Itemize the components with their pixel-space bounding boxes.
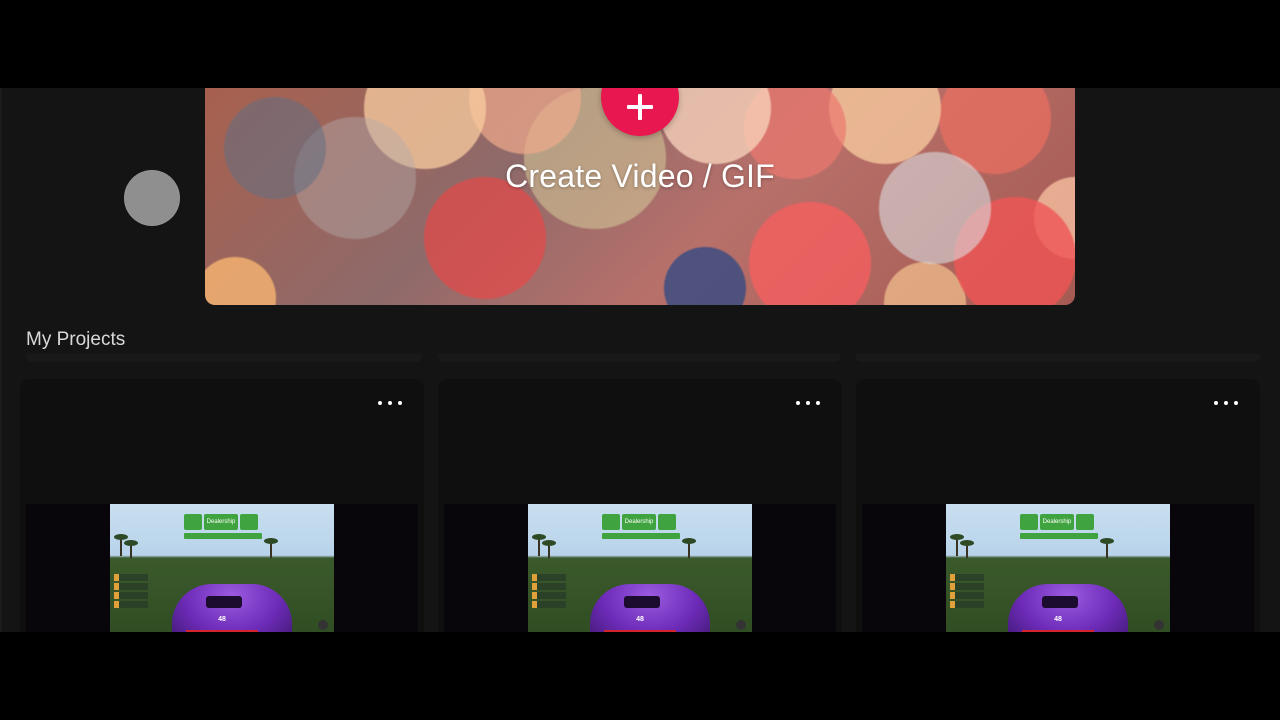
thumb-dealership-label: Dealership — [204, 514, 238, 530]
ghost-card — [856, 354, 1260, 362]
project-card[interactable]: Dealership 48 — [856, 379, 1260, 632]
project-thumbnail-strip: Dealership 48 — [26, 504, 418, 632]
project-card[interactable]: Dealership 48 — [438, 379, 842, 632]
project-thumbnail: Dealership 48 — [946, 504, 1170, 632]
thumb-speed: 48 — [636, 616, 644, 623]
create-video-banner[interactable]: Create Video / GIF — [205, 88, 1075, 305]
app-window: Create Video / GIF My Projects Dealershi… — [0, 88, 1280, 632]
thumb-speed: 48 — [1054, 616, 1062, 623]
plus-icon — [627, 94, 653, 120]
section-title: My Projects — [26, 329, 126, 350]
thumb-dealership-label: Dealership — [1040, 514, 1074, 530]
ghost-card — [438, 354, 840, 362]
ghost-card — [26, 354, 422, 362]
project-thumbnail: Dealership 48 — [110, 504, 334, 632]
project-thumbnail: Dealership 48 — [528, 504, 752, 632]
avatar[interactable] — [124, 170, 180, 226]
more-horizontal-icon[interactable] — [1208, 389, 1244, 415]
project-thumbnail-strip: Dealership 48 — [862, 504, 1254, 632]
more-horizontal-icon[interactable] — [372, 389, 408, 415]
project-thumbnail-strip: Dealership 48 — [444, 504, 836, 632]
create-button[interactable] — [601, 88, 679, 136]
thumb-dealership-label: Dealership — [622, 514, 656, 530]
thumb-speed: 48 — [218, 616, 226, 623]
project-card[interactable]: Dealership 48 — [20, 379, 424, 632]
create-label: Create Video / GIF — [505, 158, 775, 194]
more-horizontal-icon[interactable] — [790, 389, 826, 415]
left-edge — [0, 88, 2, 632]
